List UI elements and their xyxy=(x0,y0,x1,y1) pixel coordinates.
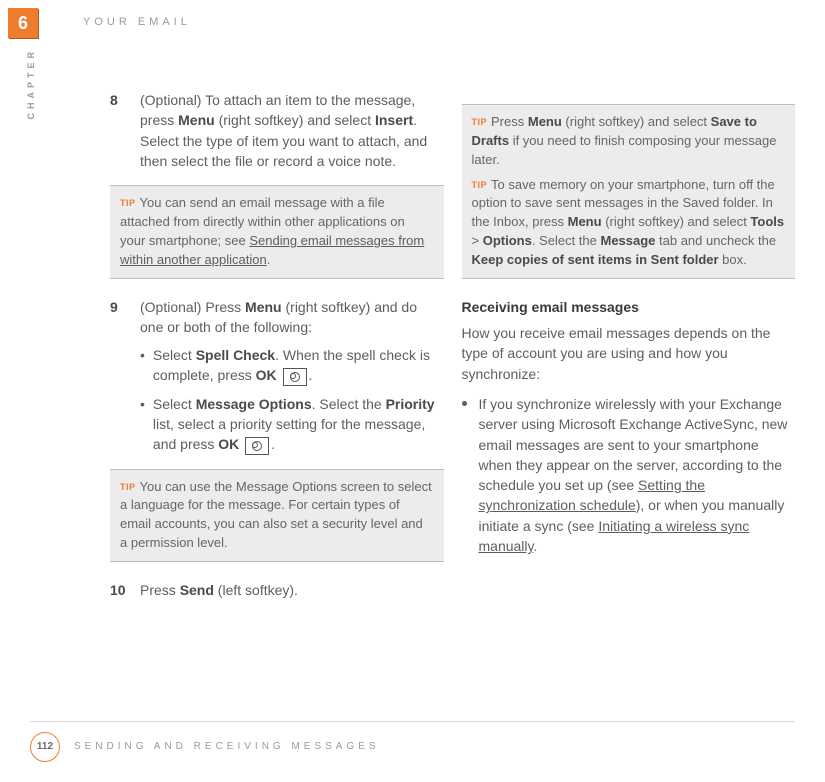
heading-receiving-email: Receiving email messages xyxy=(462,297,796,317)
bullet-icon: • xyxy=(140,394,145,455)
substep-spell-check: • Select Spell Check. When the spell che… xyxy=(140,345,444,386)
ok-key-icon xyxy=(245,437,269,455)
bullet-icon: • xyxy=(140,345,145,386)
step-9: 9 (Optional) Press Menu (right softkey) … xyxy=(110,297,444,455)
tip-label-icon: TIP xyxy=(472,180,488,190)
substep-message-options: • Select Message Options. Select the Pri… xyxy=(140,394,444,455)
right-column: TIPPress Menu (right softkey) and select… xyxy=(462,90,796,614)
step-number: 10 xyxy=(110,580,128,600)
side-chapter-label: CHAPTER xyxy=(25,0,38,48)
step-number: 9 xyxy=(110,297,128,455)
step-number: 8 xyxy=(110,90,128,171)
bullet-icon xyxy=(462,401,467,406)
tip-label-icon: TIP xyxy=(120,198,136,208)
tip-box-save-drafts: TIPPress Menu (right softkey) and select… xyxy=(462,104,796,279)
ok-key-icon xyxy=(283,368,307,386)
intro-paragraph: How you receive email messages depends o… xyxy=(462,323,796,384)
step-body: (Optional) Press Menu (right softkey) an… xyxy=(140,297,444,455)
footer-text: SENDING AND RECEIVING MESSAGES xyxy=(74,740,380,755)
body: 8 (Optional) To attach an item to the me… xyxy=(110,90,795,614)
step-8: 8 (Optional) To attach an item to the me… xyxy=(110,90,444,171)
tip-label-icon: TIP xyxy=(472,117,488,127)
footer: 112 SENDING AND RECEIVING MESSAGES xyxy=(30,721,795,762)
step-10: 10 Press Send (left softkey). xyxy=(110,580,444,600)
tip-box-attachments: TIPYou can send an email message with a … xyxy=(110,185,444,278)
page-number: 112 xyxy=(30,732,60,762)
tip-box-message-options: TIPYou can use the Message Options scree… xyxy=(110,469,444,562)
step-body: (Optional) To attach an item to the mess… xyxy=(140,90,444,171)
left-column: 8 (Optional) To attach an item to the me… xyxy=(110,90,444,614)
step-body: Press Send (left softkey). xyxy=(140,580,298,600)
bullet-sync-wirelessly: If you synchronize wirelessly with your … xyxy=(462,394,796,556)
page: 6 YOUR EMAIL CHAPTER 8 (Optional) To att… xyxy=(0,0,825,782)
tip-label-icon: TIP xyxy=(120,482,136,492)
header-label: YOUR EMAIL xyxy=(83,15,191,31)
